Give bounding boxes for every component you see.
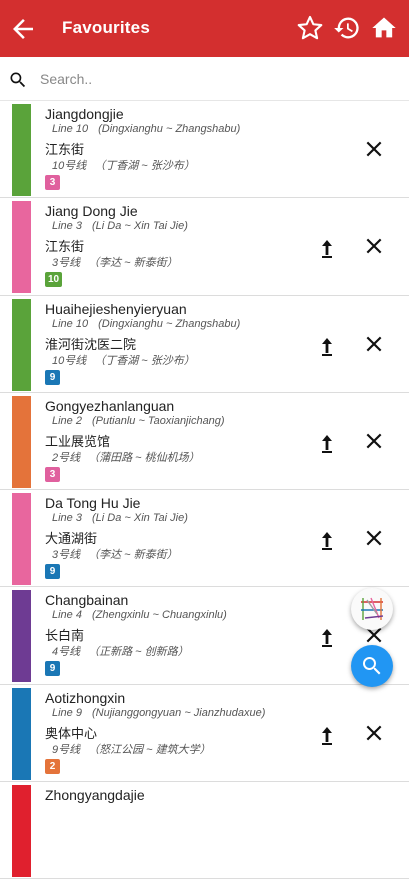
line-color-bar — [12, 493, 31, 586]
station-name-cn: 工业展览馆 — [45, 433, 111, 449]
transfer-line-badge: 9 — [45, 661, 60, 677]
list-item[interactable]: Jiangdongjie Line 10 (Dingxianghu ~ Zhang… — [0, 101, 409, 199]
station-name-en: Jiang Dong Jie — [45, 203, 138, 220]
station-name-en: Aotizhongxin — [45, 689, 126, 706]
search-bar — [0, 57, 409, 101]
move-up-icon[interactable] — [318, 725, 336, 747]
search-input[interactable] — [40, 65, 395, 93]
line-info-cn: 9号线 （怒江公园 ~ 建筑大学） — [52, 743, 211, 756]
list-item[interactable]: Gongyezhanlanguan Line 2 (Putianlu ~ Taox… — [0, 392, 409, 491]
list-item[interactable]: Changbainan Line 4 (Zhengxinlu ~ Chuangxi… — [0, 587, 409, 685]
star-outline-icon[interactable] — [296, 14, 324, 42]
move-up-icon[interactable] — [318, 336, 336, 358]
transfer-line-badge: 9 — [45, 564, 60, 580]
station-name-en: Changbainan — [45, 592, 129, 609]
line-color-bar — [12, 395, 31, 488]
line-info-en: Line 3 (Li Da ~ Xin Tai Jie) — [52, 220, 188, 233]
move-up-icon[interactable] — [318, 530, 336, 552]
station-name-cn: 长白南 — [45, 628, 85, 644]
list-item[interactable]: Zhongyangdajie — [0, 782, 409, 879]
line-info-cn: 3号线 （李达 ~ 新泰街） — [52, 257, 178, 270]
station-name-en: Huaihejieshenyieryuan — [45, 300, 187, 317]
list-item[interactable]: Aotizhongxin Line 9 (Nujianggongyuan ~ Ji… — [0, 684, 409, 783]
move-up-icon[interactable] — [318, 433, 336, 455]
line-color-bar — [12, 687, 31, 780]
page-title: Favourites — [62, 18, 150, 37]
line-info-cn: 4号线 （正新路 ~ 创新路） — [52, 646, 189, 659]
back-arrow-icon[interactable] — [8, 14, 38, 44]
line-info-cn: 2号线 （蒲田路 ~ 桃仙机场） — [52, 451, 200, 464]
line-info-en: Line 10 (Dingxianghu ~ Zhangshabu) — [52, 317, 241, 330]
close-icon[interactable] — [364, 334, 384, 354]
app-bar: Favourites — [0, 0, 409, 57]
station-name-en: Jiangdongjie — [45, 106, 124, 122]
line-color-bar — [12, 298, 31, 391]
line-color-bar — [12, 104, 31, 196]
transfer-line-badge: 9 — [45, 369, 60, 385]
close-icon[interactable] — [364, 431, 384, 451]
transfer-line-badge: 3 — [45, 466, 60, 482]
station-name-en: Zhongyangdajie — [45, 787, 145, 804]
metro-map-icon — [361, 597, 384, 620]
line-info-en: Line 10 (Dingxianghu ~ Zhangshabu) — [52, 123, 241, 135]
line-info-cn: 10号线 （丁香湖 ~ 张沙布） — [52, 160, 195, 172]
search-fab-button[interactable] — [351, 645, 393, 687]
list-item[interactable]: Da Tong Hu Jie Line 3 (Li Da ~ Xin Tai Ji… — [0, 490, 409, 588]
line-color-bar — [12, 590, 31, 683]
transfer-line-badge: 3 — [45, 175, 60, 190]
move-up-icon[interactable] — [318, 238, 336, 260]
line-info-en: Line 2 (Putianlu ~ Taoxianjichang) — [52, 414, 225, 427]
line-color-bar — [12, 201, 31, 294]
metro-map-button[interactable] — [351, 588, 393, 630]
close-icon[interactable] — [364, 528, 384, 548]
station-name-cn: 江东街 — [45, 142, 85, 157]
move-up-icon[interactable] — [318, 627, 336, 649]
station-name-cn: 大通湖街 — [45, 531, 98, 547]
station-name-en: Da Tong Hu Jie — [45, 495, 141, 512]
line-color-bar — [12, 785, 31, 878]
line-info-cn: 3号线 （李达 ~ 新泰街） — [52, 549, 178, 562]
search-icon — [363, 657, 381, 675]
favourites-list: Jiangdongjie Line 10 (Dingxianghu ~ Zhang… — [0, 101, 409, 879]
station-name-cn: 淮河街沈医二院 — [45, 336, 137, 352]
history-icon[interactable] — [333, 14, 361, 42]
search-icon — [10, 72, 26, 88]
station-name-cn: 江东街 — [45, 239, 85, 255]
close-icon[interactable] — [364, 139, 384, 159]
station-name-en: Gongyezhanlanguan — [45, 397, 175, 414]
transfer-line-badge: 10 — [45, 272, 63, 288]
line-info-en: Line 9 (Nujianggongyuan ~ Jianzhudaxue) — [52, 706, 266, 719]
line-info-cn: 10号线 （丁香湖 ~ 张沙布） — [52, 354, 195, 367]
station-name-cn: 奥体中心 — [45, 725, 98, 741]
list-item[interactable]: Huaihejieshenyieryuan Line 10 (Dingxiangh… — [0, 295, 409, 393]
list-item[interactable]: Jiang Dong Jie Line 3 (Li Da ~ Xin Tai Ji… — [0, 198, 409, 296]
line-info-en: Line 4 (Zhengxinlu ~ Chuangxinlu) — [52, 609, 227, 622]
transfer-line-badge: 2 — [45, 758, 60, 774]
home-icon[interactable] — [370, 14, 398, 42]
close-icon[interactable] — [364, 236, 384, 256]
close-icon[interactable] — [364, 723, 384, 743]
line-info-en: Line 3 (Li Da ~ Xin Tai Jie) — [52, 512, 188, 525]
